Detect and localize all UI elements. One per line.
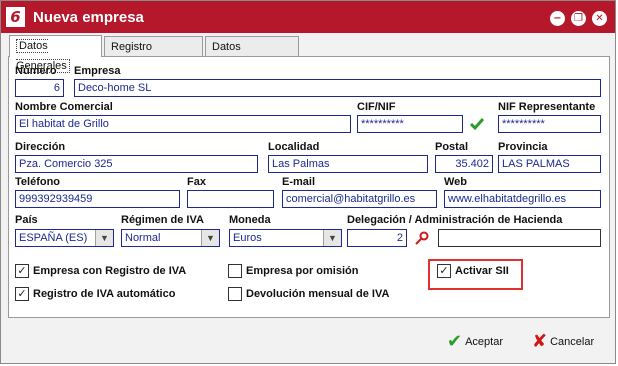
valid-check-icon (469, 118, 485, 131)
provincia-label: Provincia (498, 141, 548, 153)
regimen-iva-label: Régimen de IVA (121, 214, 204, 226)
nif-representante-field[interactable]: ********** (498, 115, 601, 133)
accept-label: Aceptar (465, 336, 504, 348)
tab-registro-mercantil[interactable]: Registro Mercantil (104, 36, 203, 73)
localidad-label: Localidad (268, 141, 320, 153)
activar-sii-checkbox[interactable]: ✓ Activar SII (437, 264, 509, 280)
empresa-por-omision-checkbox[interactable]: Empresa por omisión (228, 264, 358, 280)
nombre-comercial-label: Nombre Comercial (15, 101, 113, 113)
search-lookup-icon[interactable] (414, 230, 430, 246)
delegacion-name-field[interactable] (438, 229, 601, 247)
checkbox-unchecked-icon (228, 287, 242, 302)
regimen-iva-select[interactable]: Normal ▼ (121, 229, 220, 247)
direccion-label: Dirección (15, 141, 66, 153)
por-omision-label: Empresa por omisión (246, 265, 359, 277)
chevron-down-icon[interactable]: ▼ (201, 230, 219, 246)
pais-value: ESPAÑA (ES) (19, 232, 88, 244)
check-icon: ✔ (447, 331, 463, 353)
devolucion-mensual-label: Devolución mensual de IVA (246, 288, 390, 300)
empresa-label: Empresa (74, 65, 121, 77)
chevron-down-icon[interactable]: ▼ (323, 230, 341, 246)
maximize-button[interactable]: ❐ (571, 11, 586, 26)
direccion-field[interactable]: Pza. Comercio 325 (15, 155, 258, 173)
dialog-window: 6 Nueva empresa − ❐ ✕ Datos Generales Re… (0, 0, 616, 364)
localidad-field[interactable]: Las Palmas (268, 155, 428, 173)
tab-datos-bancarios[interactable]: Datos Bancarios (205, 36, 299, 73)
postal-field[interactable]: 35.402 (435, 155, 493, 173)
checkbox-unchecked-icon (228, 264, 242, 279)
nombre-comercial-field[interactable]: El habitat de Grillo (15, 115, 351, 133)
registro-iva-automatico-checkbox[interactable]: ✓ Registro de IVA automático (15, 287, 175, 303)
cif-label: CIF/NIF (357, 101, 396, 113)
window-title: Nueva empresa (33, 9, 144, 26)
regimen-iva-value: Normal (125, 232, 161, 244)
cancel-button[interactable]: ✘ Cancelar (532, 331, 594, 353)
fax-field[interactable] (187, 190, 274, 208)
registro-iva-checkbox[interactable]: ✓ Empresa con Registro de IVA (15, 264, 186, 280)
title-bar[interactable]: 6 Nueva empresa − ❐ ✕ (1, 1, 615, 33)
devolucion-mensual-checkbox[interactable]: Devolución mensual de IVA (228, 287, 389, 303)
email-label: E-mail (282, 176, 316, 188)
checkbox-checked-icon: ✓ (437, 264, 451, 279)
delegacion-code-field[interactable]: 2 (347, 229, 407, 247)
email-field[interactable]: comercial@habitatgrillo.es (282, 190, 437, 208)
minimize-button[interactable]: − (550, 11, 565, 26)
moneda-select[interactable]: Euros ▼ (229, 229, 342, 247)
checkbox-checked-icon: ✓ (15, 287, 29, 302)
telefono-label: Teléfono (15, 176, 61, 188)
numero-field[interactable]: 6 (15, 79, 64, 97)
close-button[interactable]: ✕ (592, 11, 607, 26)
pais-label: País (15, 214, 38, 226)
web-field[interactable]: www.elhabitatdegrillo.es (444, 190, 601, 208)
telefono-field[interactable]: 999392939459 (15, 190, 180, 208)
registro-iva-label: Empresa con Registro de IVA (33, 265, 187, 277)
activar-sii-label: Activar SII (455, 265, 509, 277)
cancel-label: Cancelar (550, 336, 595, 348)
tab-datos-generales[interactable]: Datos Generales (9, 35, 102, 73)
accept-button[interactable]: ✔ Aceptar (447, 331, 503, 353)
nif-representante-label: NIF Representante (498, 101, 596, 113)
close-x-icon: ✘ (532, 331, 548, 353)
registro-iva-auto-label: Registro de IVA automático (33, 288, 176, 300)
checkbox-checked-icon: ✓ (15, 264, 29, 279)
postal-label: Postal (435, 141, 469, 153)
moneda-label: Moneda (229, 214, 271, 226)
web-label: Web (444, 176, 468, 188)
provincia-field[interactable]: LAS PALMAS (498, 155, 601, 173)
fax-label: Fax (187, 176, 206, 188)
cif-field[interactable]: ********** (357, 115, 463, 133)
chevron-down-icon[interactable]: ▼ (95, 230, 113, 246)
moneda-value: Euros (233, 232, 262, 244)
pais-select[interactable]: ESPAÑA (ES) ▼ (15, 229, 114, 247)
delegacion-label: Delegación / Administración de Hacienda (347, 214, 563, 226)
app-logo-icon: 6 (6, 7, 25, 27)
empresa-field[interactable]: Deco-home SL (74, 79, 601, 97)
